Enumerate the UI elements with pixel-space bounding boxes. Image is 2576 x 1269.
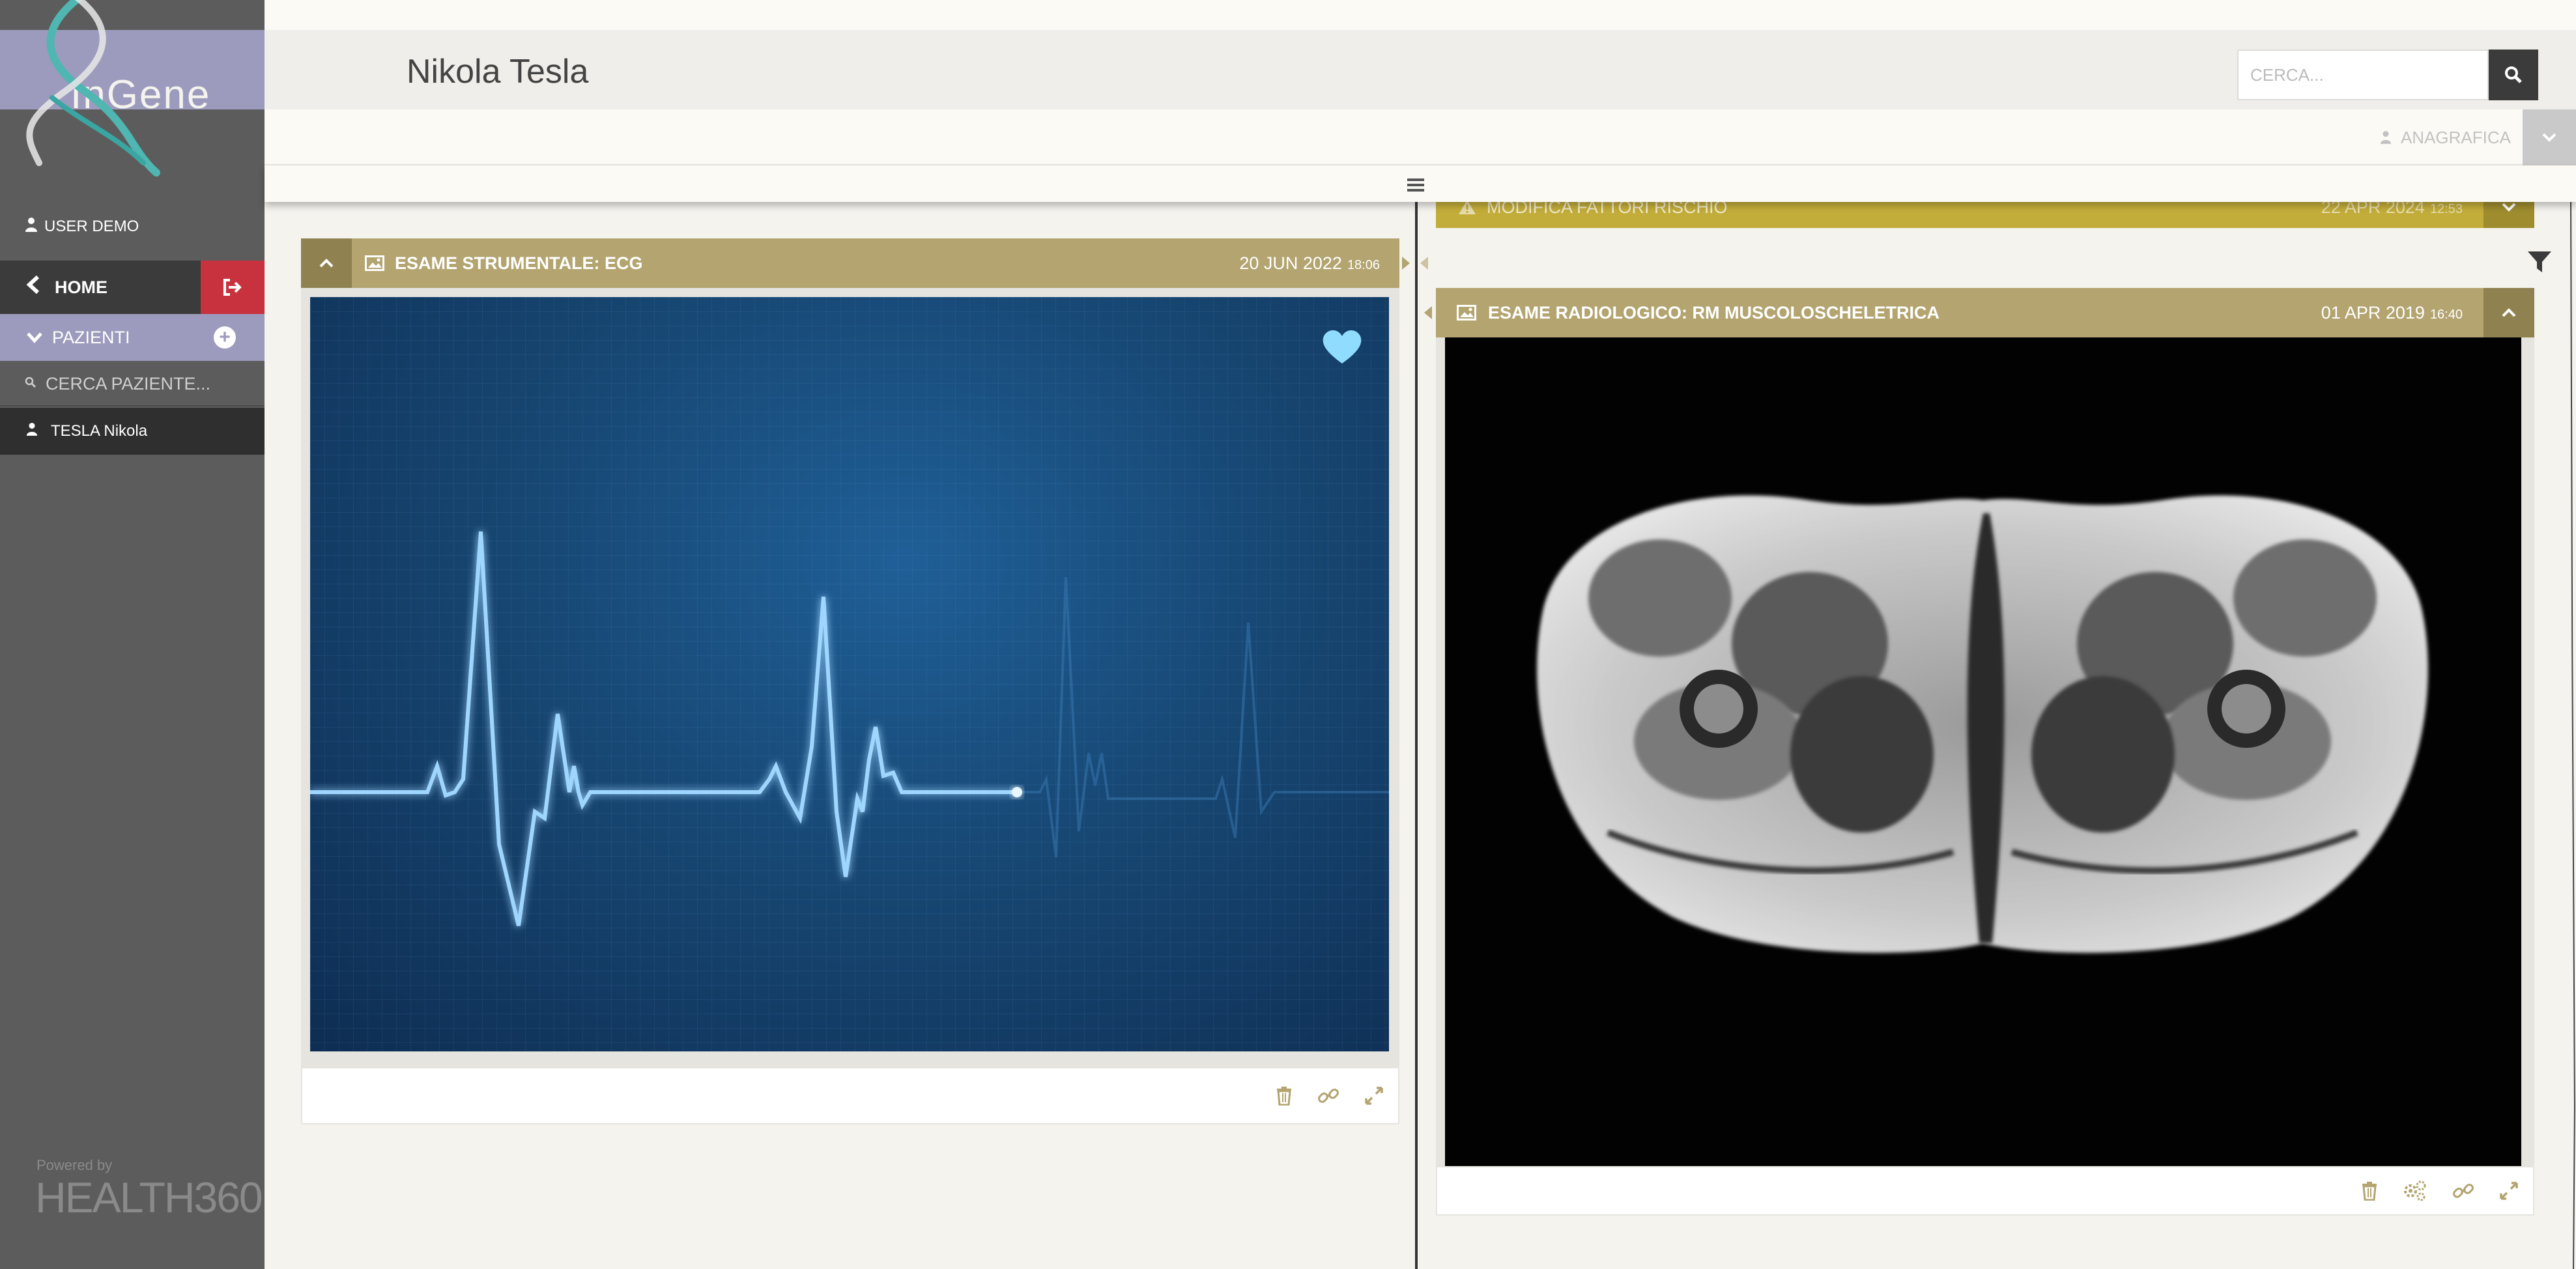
trash-icon[interactable] — [1276, 1086, 1293, 1105]
mri-image[interactable] — [1445, 337, 2521, 1166]
filter-icon[interactable] — [2526, 250, 2553, 274]
heart-icon[interactable] — [1321, 328, 1363, 365]
share-icon[interactable] — [2403, 1180, 2427, 1202]
rm-card-collapse-button[interactable] — [2483, 288, 2534, 337]
link-icon[interactable] — [1317, 1085, 1339, 1107]
user-menu[interactable]: USER DEMO — [0, 208, 265, 245]
rm-card-title: ESAME RADIOLOGICO: RM MUSCOLOSCHELETRICA — [1488, 302, 1939, 322]
timeline-marker — [1420, 257, 1428, 270]
pazienti-section-toggle[interactable]: PAZIENTI + — [0, 314, 265, 361]
image-icon — [1457, 305, 1476, 321]
hamburger-icon[interactable] — [1407, 175, 1424, 197]
ecg-card-collapse-button[interactable] — [301, 238, 352, 288]
timeline-marker — [1402, 257, 1410, 270]
scrollbar-edge[interactable] — [2569, 195, 2576, 1269]
ecg-card-title: ESAME STRUMENTALE: ECG — [395, 253, 643, 273]
anagrafica-label: ANAGRAFICA — [2400, 127, 2511, 147]
user-label: USER DEMO — [44, 218, 139, 235]
home-label: HOME — [55, 277, 107, 297]
expand-icon[interactable] — [1364, 1086, 1384, 1105]
patient-search-input[interactable] — [44, 373, 240, 395]
logout-icon — [223, 279, 242, 296]
trash-icon[interactable] — [2361, 1181, 2378, 1201]
search-input[interactable] — [2239, 51, 2487, 99]
top-strip — [265, 0, 2576, 30]
chevron-down-icon — [26, 328, 52, 348]
pazienti-label: PAZIENTI — [52, 327, 130, 347]
patient-list-item[interactable]: TESLA Nikola — [0, 408, 265, 455]
anagrafica-toggle-button[interactable] — [2523, 109, 2576, 165]
logout-button[interactable] — [201, 261, 265, 314]
search-icon — [25, 375, 44, 392]
user-icon — [26, 422, 51, 441]
chevron-down-icon — [2502, 203, 2516, 212]
timeline-line — [1415, 195, 1418, 1269]
ecg-image[interactable] — [310, 297, 1389, 1051]
rm-card-header: ESAME RADIOLOGICO: RM MUSCOLOSCHELETRICA… — [1436, 288, 2534, 337]
link-icon[interactable] — [2452, 1180, 2474, 1202]
patient-name: TESLA Nikola — [51, 422, 148, 440]
image-icon — [365, 255, 384, 271]
search-box — [2237, 50, 2489, 100]
dna-helix-logo-icon — [26, 0, 160, 177]
ecg-trace — [310, 531, 1389, 926]
sidebar: InGene USER DEMO HOME PAZIENTI + CERCA P… — [0, 0, 265, 1269]
page-title: Nikola Tesla — [407, 53, 589, 91]
search-icon — [2505, 66, 2522, 83]
search-button[interactable] — [2489, 50, 2538, 100]
user-icon — [25, 217, 44, 237]
expand-icon[interactable] — [2499, 1181, 2519, 1201]
rm-card-date: 01 APR 2019 16:40 — [2321, 302, 2463, 322]
menu-bar — [265, 165, 2576, 202]
user-icon — [2380, 131, 2392, 144]
brand-logo-text: HEALTH360 — [35, 1173, 263, 1221]
mri-scan — [1537, 495, 2428, 953]
powered-by-label: Powered by — [36, 1157, 113, 1173]
chevron-down-icon — [2542, 133, 2556, 142]
timeline-marker — [1424, 306, 1432, 319]
ecg-card-date: 20 JUN 2022 18:06 — [1239, 253, 1380, 273]
chevron-left-icon — [26, 275, 55, 300]
rm-card-footer — [1436, 1166, 2534, 1216]
ecg-card-footer — [301, 1067, 1399, 1124]
anagrafica-button[interactable]: ANAGRAFICA — [2380, 109, 2511, 165]
chevron-up-icon — [2502, 308, 2516, 317]
add-patient-button[interactable]: + — [214, 326, 236, 349]
chevron-up-icon — [319, 259, 334, 268]
ecg-card-header: ESAME STRUMENTALE: ECG 20 JUN 2022 18:06 — [301, 238, 1399, 288]
header: Nikola Tesla — [265, 30, 2576, 109]
home-button[interactable]: HOME — [0, 261, 265, 314]
patient-search — [0, 362, 265, 406]
sub-header: ANAGRAFICA — [265, 109, 2576, 165]
